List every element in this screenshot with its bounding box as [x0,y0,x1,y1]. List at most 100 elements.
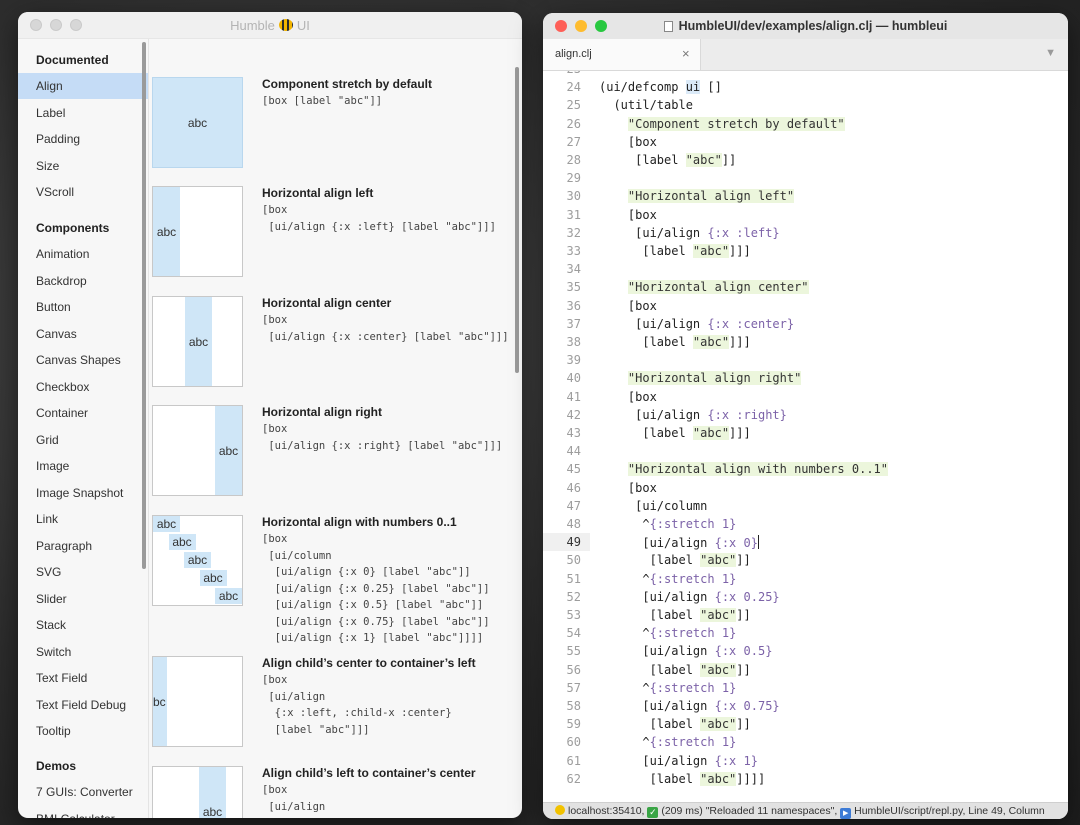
close-button[interactable] [30,19,42,31]
code-line[interactable]: [label "abc"]] [599,662,751,677]
abc-label: abc [215,588,242,604]
example-code: [box [ui/column [ui/align {:x 0} [label … [262,533,490,644]
abc-label: abc [199,767,226,818]
code-line[interactable]: [box [599,390,657,404]
sidebar-item-vscroll[interactable]: VScroll [18,179,148,205]
line-number: 38 [566,335,581,349]
code-line[interactable]: [label "abc"]]] [599,244,751,258]
sidebar-item-backdrop[interactable]: Backdrop [18,268,148,294]
sidebar-item-paragraph[interactable]: Paragraph [18,533,148,559]
line-number: 44 [566,444,581,459]
zoom-button[interactable] [595,20,607,32]
code-line[interactable]: "Horizontal align with numbers 0..1" [599,462,888,477]
preview-box: abc [152,186,243,277]
status-bar: localhost:35410, ✓ (209 ms) "Reloaded 11… [543,802,1068,819]
check-icon: ✓ [647,807,659,818]
line-number: 50 [566,553,581,568]
tab-align-clj[interactable]: align.clj × [543,39,701,70]
code-line[interactable]: "Horizontal align left" [599,189,795,204]
close-button[interactable] [555,20,567,32]
code-line[interactable]: [box [599,481,657,495]
line-number: 32 [566,225,581,240]
tab-close-icon[interactable]: × [682,46,690,61]
sidebar-item-switch[interactable]: Switch [18,639,148,665]
document-icon [663,20,673,32]
abc-label: abc [185,297,212,386]
content-scrollbar[interactable] [515,67,519,373]
code-line[interactable]: [box [599,299,657,313]
line-number: 33 [566,244,581,258]
sidebar-item-button[interactable]: Button [18,294,148,320]
code-line[interactable]: [label "abc"]]] [599,426,751,440]
code-line[interactable]: [label "abc"]] [599,608,751,622]
code-line[interactable]: [ui/align {:x 0} [599,535,759,550]
code-line[interactable]: [label "abc"]]]] [599,771,765,786]
code-line[interactable]: [ui/align {:x :right} [599,408,787,422]
code-line[interactable]: ^{:stretch 1} [599,517,736,531]
preview-box: abc abc abc abc abc [152,515,243,606]
code-line[interactable]: [ui/align {:x 0.75} [599,699,779,713]
sidebar-item-canvas-shapes[interactable]: Canvas Shapes [18,347,148,373]
sidebar-item-checkbox[interactable]: Checkbox [18,374,148,400]
sidebar-item-size[interactable]: Size [18,153,148,179]
code-line[interactable]: [box [599,135,657,149]
zoom-button[interactable] [70,19,82,31]
code-line[interactable]: "Horizontal align center" [599,280,809,295]
code-line[interactable]: (util/table [599,98,692,112]
code-line[interactable]: [label "abc"]] [599,153,736,167]
sidebar-item-padding[interactable]: Padding [18,126,148,152]
sidebar-item-text-field[interactable]: Text Field [18,665,148,691]
minimize-button[interactable] [50,19,62,31]
code-editor[interactable]: 23 24 (ui/defcomp ui [] 25 (util/table 26 "C… [543,71,1068,803]
code-line[interactable]: [label "abc"]]] [599,335,751,349]
sidebar-item-link[interactable]: Link [18,506,148,532]
sidebar-item-grid[interactable]: Grid [18,427,148,453]
sidebar-item-stack[interactable]: Stack [18,612,148,638]
code-line[interactable]: "Horizontal align right" [599,371,802,386]
line-number: 41 [566,389,581,404]
code-line[interactable]: (ui/defcomp ui [] [599,80,722,95]
abc-label: abc [153,516,180,532]
code-line[interactable]: ^{:stretch 1} [599,681,736,695]
sidebar-item-image-snapshot[interactable]: Image Snapshot [18,480,148,506]
code-line[interactable]: [ui/align {:x 0.25} [599,590,779,604]
code-line[interactable]: [ui/align {:x 0.5} [599,644,772,658]
code-line[interactable]: ^{:stretch 1} [599,626,736,640]
line-number: 53 [566,608,581,622]
line-number: 23 [543,71,581,76]
sidebar-item-tooltip[interactable]: Tooltip [18,718,148,744]
code-line[interactable]: [ui/column [599,499,707,513]
bee-icon [278,19,293,31]
sidebar-item-label[interactable]: Label [18,100,148,126]
line-number: 57 [566,680,581,695]
code-line[interactable]: [label "abc"]] [599,717,751,732]
sidebar-item-svg[interactable]: SVG [18,559,148,585]
tab-menu-icon[interactable]: ▼ [1045,47,1056,59]
examples-panel: abc Component stretch by default [box [lab… [149,39,522,818]
connection-icon [555,805,565,815]
code-line[interactable]: [label "abc"]] [599,553,751,568]
code-line[interactable]: [ui/align {:x :center} [599,317,794,331]
line-number: 37 [566,316,581,331]
code-line[interactable]: ^{:stretch 1} [599,572,736,586]
sidebar-item-image[interactable]: Image [18,453,148,479]
preview-box: abc [152,77,243,168]
sidebar-item-bmi-calculator[interactable]: BMI Calculator [18,806,148,819]
status-repl: HumbleUI/script/repl.py, Line 49, Column [854,805,1045,817]
sidebar-scrollbar[interactable] [142,42,146,569]
sidebar-item-animation[interactable]: Animation [18,241,148,267]
line-number: 36 [566,298,581,313]
line-number: 40 [566,371,581,386]
code-line[interactable]: [ui/align {:x 1} [599,754,758,768]
sidebar-item-align[interactable]: Align [18,73,148,99]
code-line[interactable]: "Component stretch by default" [599,116,845,131]
minimize-button[interactable] [575,20,587,32]
sidebar-item-canvas[interactable]: Canvas [18,321,148,347]
sidebar-item-slider[interactable]: Slider [18,586,148,612]
sidebar-item-7-guis-converter[interactable]: 7 GUIs: Converter [18,779,148,805]
sidebar-item-text-field-debug[interactable]: Text Field Debug [18,692,148,718]
code-line[interactable]: [box [599,208,657,222]
code-line[interactable]: ^{:stretch 1} [599,735,736,749]
code-line[interactable]: [ui/align {:x :left} [599,226,780,240]
sidebar-item-container[interactable]: Container [18,400,148,426]
